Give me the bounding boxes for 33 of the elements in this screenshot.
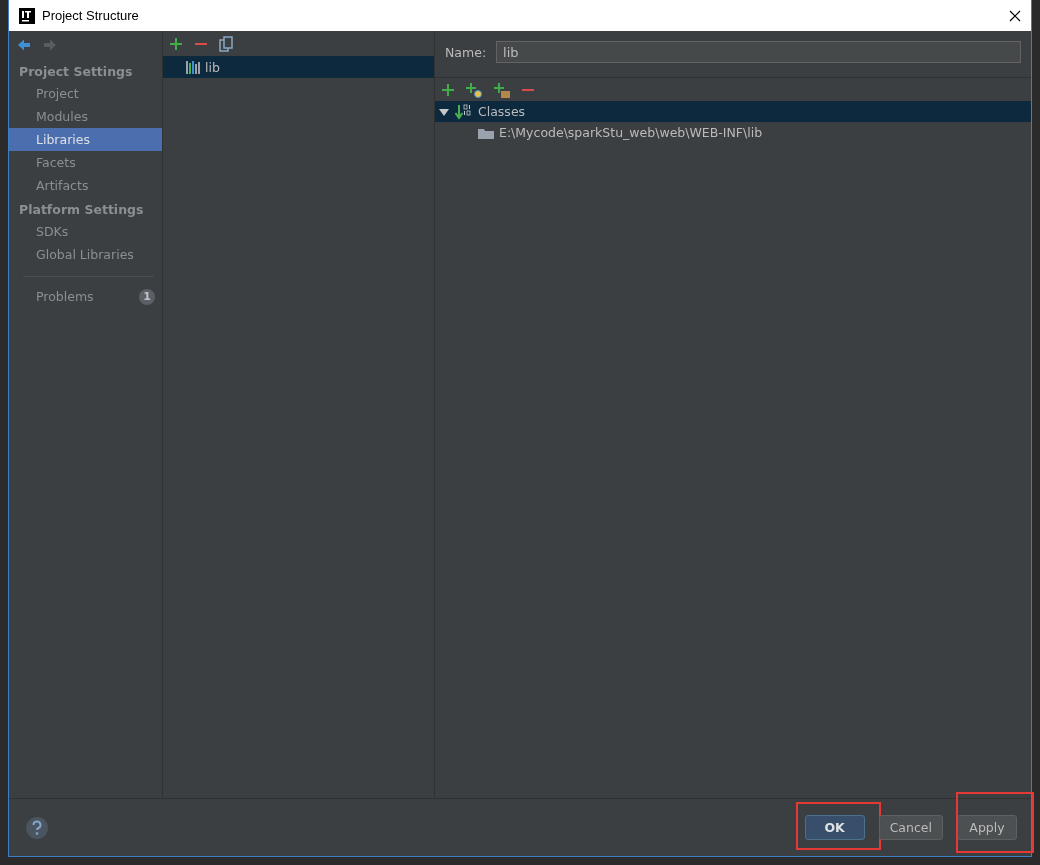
name-field[interactable]: lib (496, 41, 1021, 63)
section-heading: Project Settings (18, 63, 134, 81)
library-icon (185, 60, 201, 74)
help-icon[interactable] (25, 815, 49, 840)
name-label: Name: (445, 44, 487, 60)
count-badge: 1 (139, 288, 155, 305)
tree-node[interactable]: Classes (435, 101, 1031, 122)
sidebar-item[interactable]: Facets (9, 151, 162, 174)
add-icon[interactable] (441, 82, 455, 97)
dialog-button[interactable]: OK (804, 815, 865, 840)
dialog-button[interactable]: Apply (957, 815, 1017, 840)
dialog-button[interactable]: Cancel (878, 815, 943, 840)
folder-icon (478, 126, 494, 139)
classes-icon (455, 103, 473, 120)
section-heading: Platform Settings (18, 201, 145, 219)
sidebar-item[interactable]: Modules (9, 105, 162, 128)
library-item[interactable]: lib (163, 56, 434, 78)
sidebar-item[interactable]: Libraries (9, 128, 162, 151)
add-globe-icon[interactable] (465, 81, 483, 98)
back-arrow-icon[interactable] (17, 39, 31, 51)
app-logo-icon (19, 7, 35, 24)
sidebar-item[interactable]: Artifacts (9, 174, 162, 197)
sidebar-item[interactable]: Project (9, 82, 162, 105)
sidebar-item[interactable]: Problems 1 (9, 285, 162, 308)
add-icon[interactable] (169, 36, 183, 51)
copy-icon[interactable] (219, 35, 233, 52)
add-archive-icon[interactable] (493, 81, 511, 98)
close-icon[interactable] (1009, 9, 1021, 22)
sidebar-item[interactable]: Global Libraries (9, 243, 162, 266)
tree-node[interactable]: E:\Mycode\sparkStu_web\web\WEB-INF\lib (435, 122, 1031, 143)
window-title: Project Structure (42, 8, 140, 23)
sidebar-item[interactable]: SDKs (9, 220, 162, 243)
forward-arrow-icon (43, 39, 57, 51)
